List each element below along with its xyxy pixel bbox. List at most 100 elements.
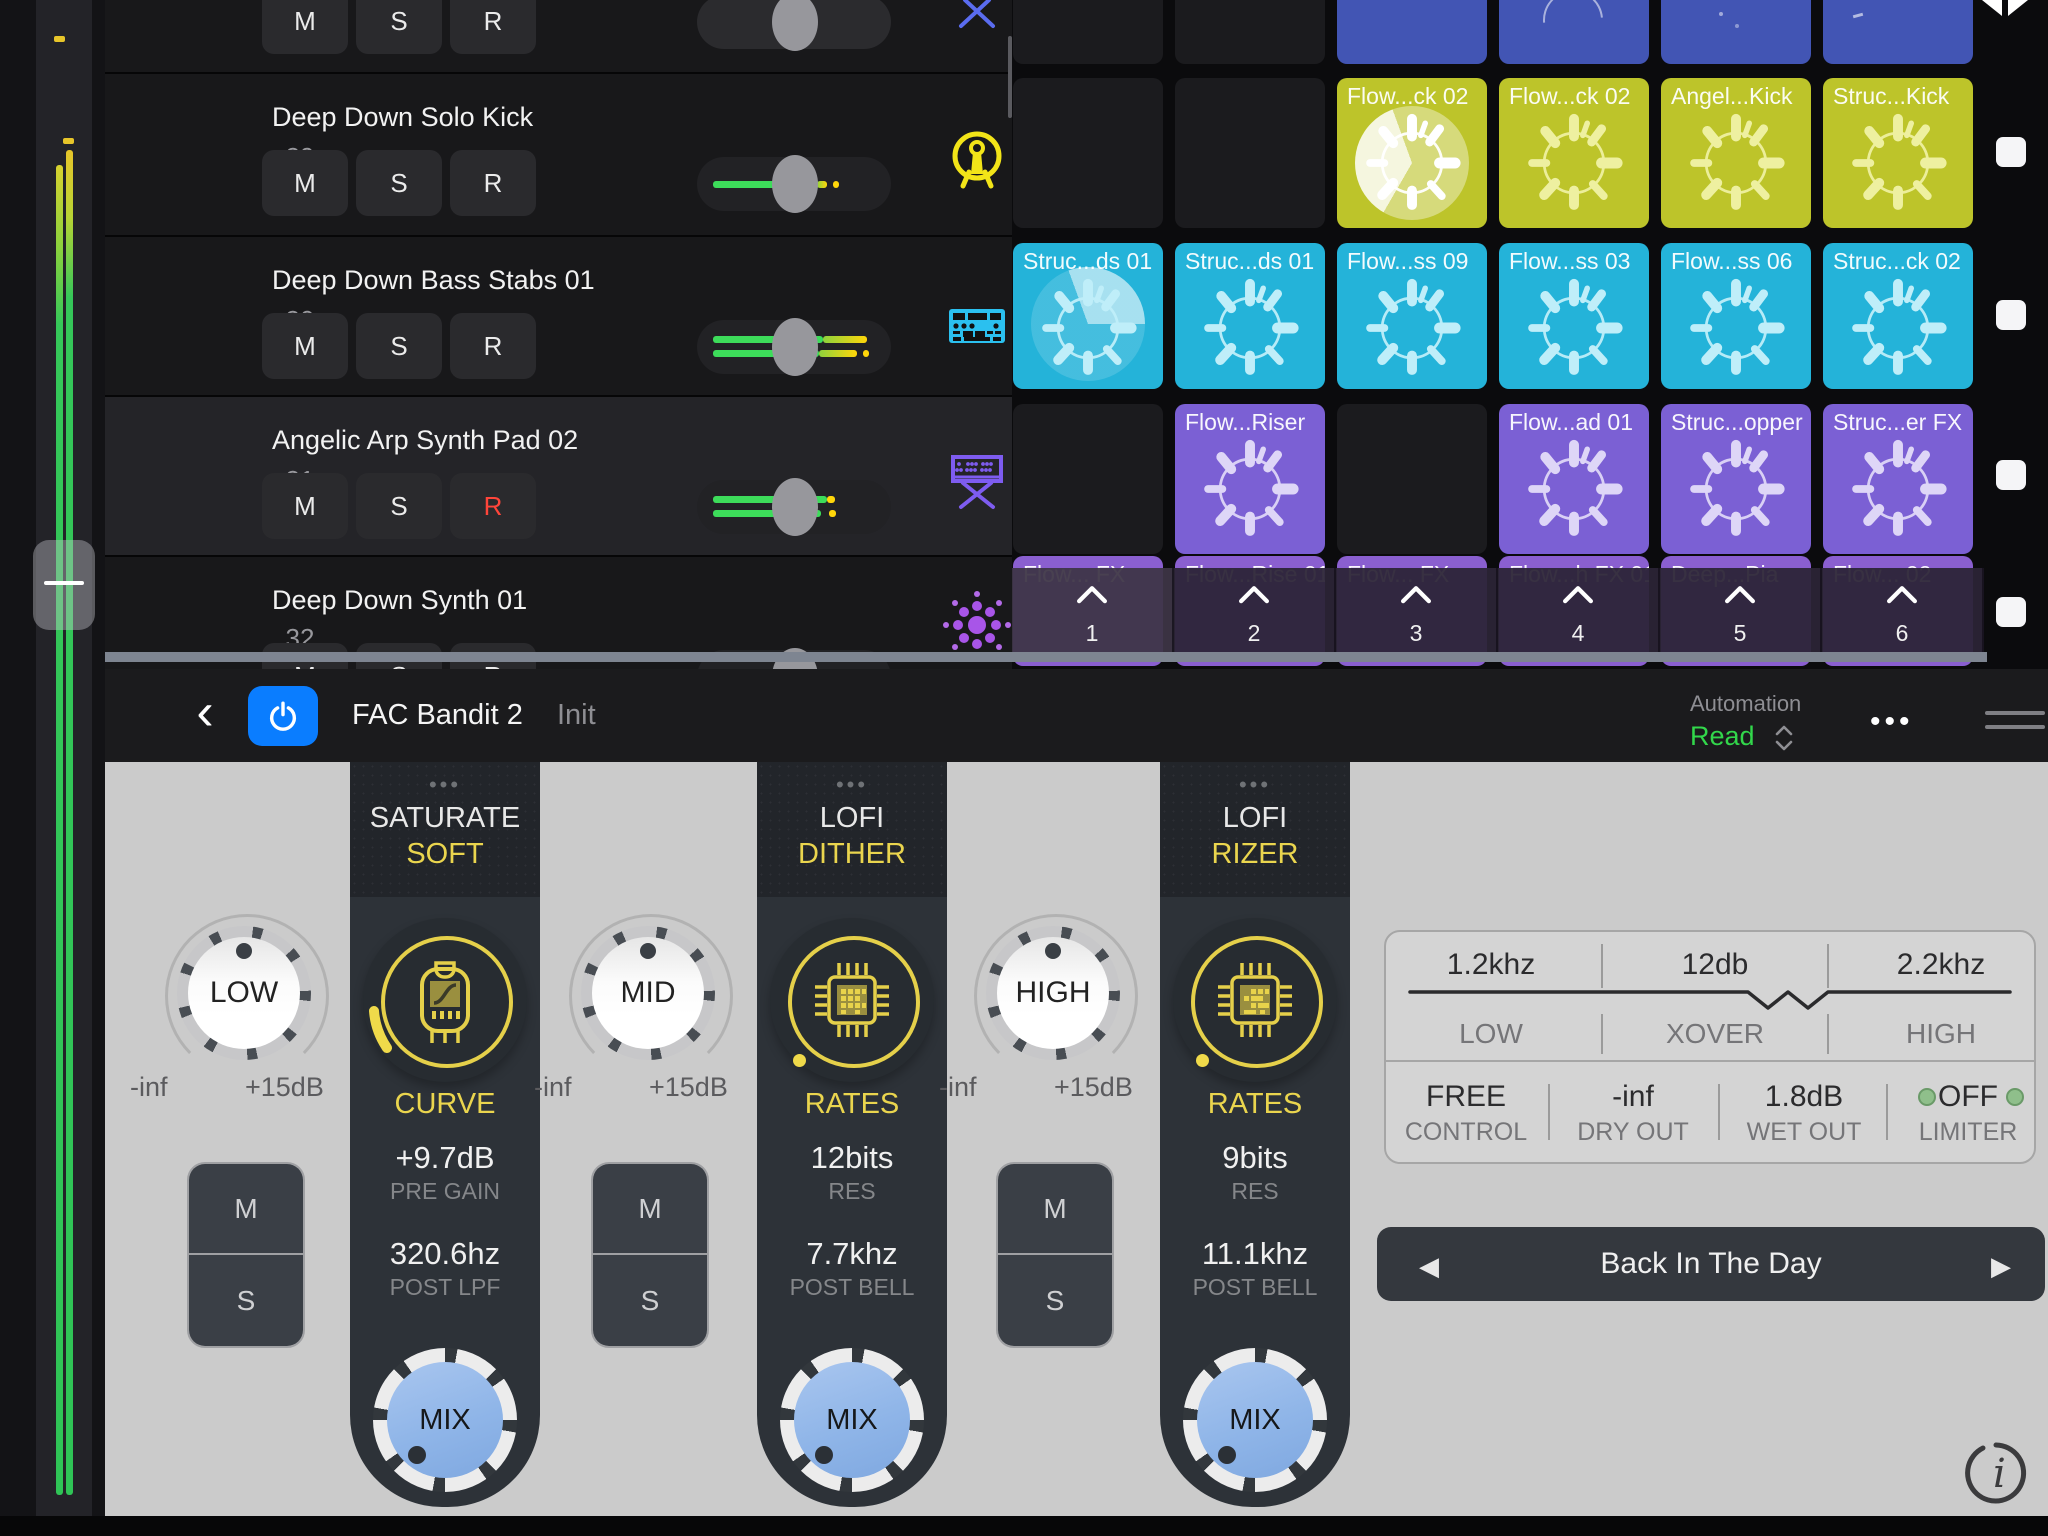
- volume-slider[interactable]: [697, 157, 891, 211]
- low-solo-button[interactable]: S: [189, 1255, 303, 1346]
- volume-slider[interactable]: [697, 480, 891, 534]
- clip-cell[interactable]: Struc...opper: [1661, 404, 1811, 554]
- module-menu-dots[interactable]: •••: [757, 772, 947, 798]
- info-icon[interactable]: i: [1963, 1440, 2029, 1506]
- volume-slider[interactable]: [697, 320, 891, 374]
- empty-cell[interactable]: [1013, 404, 1163, 554]
- high-mute-button[interactable]: M: [998, 1164, 1112, 1255]
- res-value[interactable]: 12bits: [757, 1140, 947, 1176]
- clip-cell[interactable]: Struc...ds 01: [1013, 243, 1163, 389]
- clip-cell[interactable]: Angel...Kick: [1661, 78, 1811, 228]
- panel-resize-handle[interactable]: [1985, 711, 2045, 715]
- preset-name[interactable]: Back In The Day: [1377, 1247, 2045, 1281]
- post-bell-value[interactable]: 11.1khz: [1160, 1236, 1350, 1272]
- module-menu-dots[interactable]: •••: [1160, 772, 1350, 798]
- limiter-state-value[interactable]: OFF: [1938, 1080, 1998, 1114]
- post-bell-value[interactable]: 7.7khz: [757, 1236, 947, 1272]
- high-solo-button[interactable]: S: [998, 1255, 1112, 1346]
- module-menu-dots[interactable]: •••: [350, 772, 540, 798]
- empty-cell[interactable]: [1337, 404, 1487, 554]
- clip-cell[interactable]: Flow...ss 03: [1499, 243, 1649, 389]
- horizontal-scroll-strip[interactable]: [105, 652, 1987, 662]
- next-preset-button[interactable]: ▶: [1991, 1251, 2011, 1282]
- mix-knob[interactable]: MIX: [794, 1362, 910, 1478]
- clip-cell[interactable]: Flow...ad 01: [1499, 404, 1649, 554]
- control-mode-value[interactable]: FREE: [1426, 1080, 1506, 1114]
- volume-knob[interactable]: [772, 0, 818, 51]
- automation-mode-selector[interactable]: Read: [1690, 721, 1755, 752]
- more-options-button[interactable]: •••: [1870, 705, 1914, 739]
- volume-knob[interactable]: [772, 318, 818, 376]
- clip-cell[interactable]: Struc...ck 02: [1823, 243, 1973, 389]
- clip-cell[interactable]: Flow...ss 06: [1661, 243, 1811, 389]
- clip-cell[interactable]: Flow...ss 09: [1337, 243, 1487, 389]
- mid-mute-button[interactable]: M: [593, 1164, 707, 1255]
- pre-gain-value[interactable]: +9.7dB: [350, 1140, 540, 1176]
- mix-knob[interactable]: MIX: [387, 1362, 503, 1478]
- solo-button[interactable]: S: [356, 0, 442, 54]
- track-row-30[interactable]: Deep Down Bass Stabs 01 30 M S R: [105, 235, 1012, 395]
- grid-mode-icon[interactable]: [1980, 0, 2030, 20]
- clip-cell[interactable]: Struc...ds 01: [1175, 243, 1325, 389]
- mute-button[interactable]: M: [262, 150, 348, 216]
- scene-trigger-2[interactable]: 2: [1174, 568, 1336, 652]
- mid-solo-button[interactable]: S: [593, 1255, 707, 1346]
- clip-cell[interactable]: Struc...Kick: [1823, 78, 1973, 228]
- clip-cell[interactable]: Flow...ck 02: [1337, 78, 1487, 228]
- record-button[interactable]: R: [450, 313, 536, 379]
- stop-clip-button[interactable]: [1996, 300, 2026, 330]
- solo-button[interactable]: S: [356, 313, 442, 379]
- dry-out-value[interactable]: -inf: [1612, 1080, 1654, 1114]
- stop-clip-button[interactable]: [1996, 460, 2026, 490]
- wet-out-value[interactable]: 1.8dB: [1765, 1080, 1843, 1114]
- clip-cell[interactable]: [1499, 0, 1649, 64]
- volume-slider[interactable]: [697, 0, 891, 49]
- plugin-preset-slot[interactable]: Init: [557, 699, 596, 732]
- clip-cell[interactable]: [1337, 0, 1487, 64]
- post-lpf-value[interactable]: 320.6hz: [350, 1236, 540, 1272]
- volume-knob[interactable]: [772, 478, 818, 536]
- panel-resize-handle[interactable]: [1985, 725, 2045, 729]
- empty-cell[interactable]: [1175, 78, 1325, 228]
- mix-knob-pointer: [408, 1446, 426, 1464]
- clip-cell[interactable]: [1661, 0, 1811, 64]
- scene-trigger-1[interactable]: 1: [1012, 568, 1174, 652]
- clip-cell[interactable]: Struc...er FX: [1823, 404, 1973, 554]
- solo-button[interactable]: S: [356, 150, 442, 216]
- track-row-31[interactable]: Angelic Arp Synth Pad 02 31 M S R: [105, 395, 1012, 555]
- scene-trigger-3[interactable]: 3: [1336, 568, 1498, 652]
- high-freq-value[interactable]: 2.2khz: [1897, 948, 1985, 982]
- low-mute-button[interactable]: M: [189, 1164, 303, 1255]
- empty-cell[interactable]: [1175, 0, 1325, 64]
- mix-knob[interactable]: MIX: [1197, 1362, 1313, 1478]
- master-fader-handle[interactable]: [33, 540, 95, 630]
- knob-label: CURVE: [350, 1088, 540, 1121]
- mute-button[interactable]: M: [262, 0, 348, 54]
- mute-button[interactable]: M: [262, 313, 348, 379]
- back-chevron-button[interactable]: ‹: [185, 683, 225, 747]
- solo-button[interactable]: S: [356, 473, 442, 539]
- clip-label: Flow...ck 02: [1509, 83, 1630, 110]
- record-button[interactable]: R: [450, 473, 536, 539]
- res-value[interactable]: 9bits: [1160, 1140, 1350, 1176]
- clip-cell[interactable]: [1823, 0, 1973, 64]
- mute-button[interactable]: M: [262, 473, 348, 539]
- empty-cell[interactable]: [1013, 0, 1163, 64]
- low-freq-value[interactable]: 1.2khz: [1447, 948, 1535, 982]
- vertical-scrollbar[interactable]: [1008, 36, 1012, 118]
- clip-cell[interactable]: Flow...ck 02: [1499, 78, 1649, 228]
- plugin-power-button[interactable]: [248, 686, 318, 746]
- stop-clip-button[interactable]: [1996, 597, 2026, 627]
- xover-slope-value[interactable]: 12db: [1682, 948, 1749, 982]
- track-row-29[interactable]: Deep Down Solo Kick 29 M S R: [105, 72, 1012, 235]
- track-row-28[interactable]: 28 M S R: [105, 0, 1012, 74]
- stop-clip-button[interactable]: [1996, 137, 2026, 167]
- record-button[interactable]: R: [450, 0, 536, 54]
- scene-trigger-6[interactable]: 6: [1822, 568, 1984, 652]
- empty-cell[interactable]: [1013, 78, 1163, 228]
- volume-knob[interactable]: [772, 155, 818, 213]
- clip-cell[interactable]: Flow...Riser: [1175, 404, 1325, 554]
- scene-trigger-4[interactable]: 4: [1498, 568, 1660, 652]
- scene-trigger-5[interactable]: 5: [1660, 568, 1822, 652]
- record-button[interactable]: R: [450, 150, 536, 216]
